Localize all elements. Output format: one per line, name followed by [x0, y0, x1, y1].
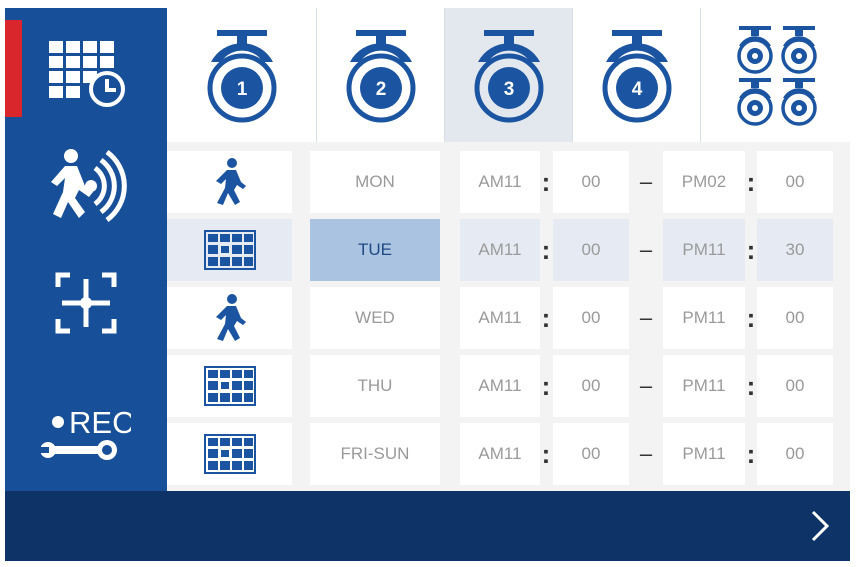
start-minute-field[interactable]: 00 — [553, 151, 629, 213]
mode-button[interactable] — [167, 355, 292, 417]
time-colon: : — [541, 438, 551, 469]
time-colon: : — [541, 234, 551, 265]
end-hour-field[interactable]: PM11 — [663, 287, 745, 349]
day-label[interactable]: TUE — [310, 219, 440, 281]
day-label[interactable]: THU — [310, 355, 440, 417]
end-hour-field[interactable]: PM11 — [663, 355, 745, 417]
camera-icon: 2 — [346, 30, 415, 123]
start-minute-field[interactable]: 00 — [553, 355, 629, 417]
schedule-row[interactable]: TUE AM11:00– PM11:30 — [167, 216, 850, 284]
tab-camera-3[interactable]: 3 — [445, 8, 573, 142]
next-button[interactable] — [790, 491, 850, 561]
time-range-dash: – — [639, 373, 653, 398]
time-colon: : — [541, 302, 551, 333]
sidebar-item-motion[interactable] — [5, 143, 167, 228]
schedule-row[interactable]: MON AM11:00– PM02:00 — [167, 148, 850, 216]
end-hour-field[interactable]: PM11 — [663, 423, 745, 485]
end-minute-field[interactable]: 00 — [757, 287, 833, 349]
mode-button[interactable] — [167, 151, 292, 213]
day-label[interactable]: MON — [310, 151, 440, 213]
grid-recording-icon — [203, 230, 256, 270]
start-hour-field[interactable]: AM11 — [460, 151, 540, 213]
tab-camera-1[interactable]: 1 — [167, 8, 317, 142]
camera-number: 1 — [236, 79, 247, 100]
time-range-dash: – — [639, 441, 653, 466]
mode-button[interactable] — [167, 219, 292, 281]
crosshair-focus-icon — [55, 272, 117, 334]
motion-detection-icon — [51, 148, 127, 222]
end-minute-field[interactable]: 00 — [757, 151, 833, 213]
tab-camera-4[interactable]: 4 — [573, 8, 701, 142]
end-hour-field[interactable]: PM02 — [663, 151, 745, 213]
mode-button[interactable] — [167, 287, 292, 349]
time-range-dash: – — [639, 237, 653, 262]
start-minute-field[interactable]: 00 — [553, 287, 629, 349]
end-minute-field[interactable]: 00 — [757, 355, 833, 417]
time-range-dash: – — [639, 305, 653, 330]
footer-bar — [5, 491, 850, 561]
start-minute-field[interactable]: 00 — [553, 423, 629, 485]
day-label[interactable]: FRI-SUN — [310, 423, 440, 485]
time-colon: : — [746, 166, 756, 197]
time-colon: : — [746, 370, 756, 401]
time-colon: : — [746, 234, 756, 265]
camera-number: 3 — [503, 79, 514, 100]
start-hour-field[interactable]: AM11 — [460, 423, 540, 485]
all-cameras-icon — [736, 26, 817, 126]
mode-button[interactable] — [167, 423, 292, 485]
record-settings-icon: REC — [41, 405, 131, 460]
sidebar-item-record[interactable]: REC — [5, 400, 167, 470]
schedule-row[interactable]: WED AM11:00– PM11:00 — [167, 284, 850, 352]
rec-label: REC — [69, 405, 131, 440]
sidebar-item-schedule[interactable] — [5, 20, 167, 117]
time-colon: : — [746, 302, 756, 333]
camera-number: 2 — [375, 79, 386, 100]
grid-recording-icon — [203, 434, 256, 474]
tab-camera-2[interactable]: 2 — [317, 8, 445, 142]
time-range-dash: – — [639, 169, 653, 194]
time-colon: : — [746, 438, 756, 469]
schedule-row[interactable]: THU AM11:00– PM11:00 — [167, 352, 850, 420]
camera-icon: 1 — [207, 30, 276, 123]
chevron-right-icon — [811, 510, 830, 542]
start-minute-field[interactable]: 00 — [553, 219, 629, 281]
start-hour-field[interactable]: AM11 — [460, 219, 540, 281]
start-hour-field[interactable]: AM11 — [460, 355, 540, 417]
day-label[interactable]: WED — [310, 287, 440, 349]
start-hour-field[interactable]: AM11 — [460, 287, 540, 349]
app-frame: REC 1 2 3 4 MON AM11: 00 – PM02: 00 TU… — [5, 8, 850, 561]
end-minute-field[interactable]: 30 — [757, 219, 833, 281]
end-minute-field[interactable]: 00 — [757, 423, 833, 485]
sidebar-item-focus[interactable] — [5, 263, 167, 343]
schedule-calendar-icon — [49, 40, 125, 107]
end-hour-field[interactable]: PM11 — [663, 219, 745, 281]
time-colon: : — [541, 370, 551, 401]
grid-recording-icon — [203, 366, 256, 406]
camera-icon: 4 — [602, 30, 671, 123]
walking-person-icon — [215, 158, 246, 205]
camera-number: 4 — [631, 79, 642, 100]
walking-person-icon — [215, 294, 246, 341]
schedule-row[interactable]: FRI-SUN AM11:00– PM11:00 — [167, 420, 850, 488]
sidebar: REC — [5, 8, 167, 491]
camera-icon: 3 — [474, 30, 543, 123]
time-colon: : — [541, 166, 551, 197]
camera-tabs: 1 2 3 4 — [167, 8, 850, 142]
tab-all-cameras[interactable] — [701, 8, 850, 142]
